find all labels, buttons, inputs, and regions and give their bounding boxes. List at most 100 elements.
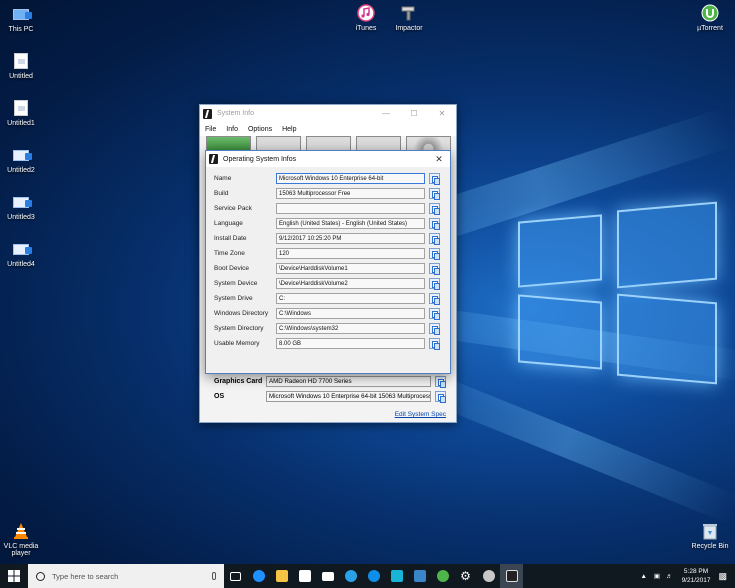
copy-icon[interactable]	[429, 188, 440, 200]
copy-icon[interactable]	[429, 308, 440, 320]
copy-icon[interactable]	[429, 248, 440, 260]
file-icon	[12, 53, 30, 69]
os-label: OS	[214, 393, 225, 400]
store-icon[interactable]	[293, 564, 316, 588]
info-row-service-pack: Service Pack	[206, 201, 450, 216]
utorrent-icon[interactable]	[431, 564, 454, 588]
desktop-icon-untitled4[interactable]: Untitled4	[0, 241, 51, 268]
info-field[interactable]: C:\Windows	[276, 308, 425, 319]
edit-system-spec-link[interactable]: Edit System Spec	[395, 411, 446, 418]
paint-icon[interactable]	[477, 564, 500, 588]
info-field[interactable]: Microsoft Windows 10 Enterprise 64-bit	[276, 173, 425, 184]
copy-icon[interactable]	[435, 376, 446, 388]
copy-icon[interactable]	[435, 391, 446, 403]
task-view-icon[interactable]	[224, 564, 247, 588]
start-button[interactable]	[0, 564, 28, 588]
close-button[interactable]: ✕	[428, 109, 456, 118]
copy-icon[interactable]	[429, 233, 440, 245]
desktop-icon-label: Untitled4	[7, 261, 35, 268]
file-explorer-icon[interactable]	[270, 564, 293, 588]
info-row-system-drive: System Drive C:	[206, 291, 450, 306]
clock[interactable]: 5:28 PM 9/21/2017	[682, 567, 711, 585]
desktop-icon-utorrent[interactable]: µTorrent	[680, 4, 735, 32]
info-field[interactable]: 120	[276, 248, 425, 259]
desktop-icon-impactor[interactable]: Impactor	[379, 5, 439, 32]
system-info-icon[interactable]	[500, 564, 523, 588]
dialog-close-button[interactable]: ✕	[428, 154, 450, 165]
category-toolbar	[200, 136, 456, 150]
info-row-name: Name Microsoft Windows 10 Enterprise 64-…	[206, 171, 450, 186]
desktop-icon-this-pc[interactable]: This PC	[0, 6, 51, 33]
menu-help[interactable]: Help	[277, 126, 301, 133]
menu-info[interactable]: Info	[221, 126, 243, 133]
os-info-dialog: Operating System Infos ✕ Name Microsoft …	[205, 150, 451, 374]
info-label: Windows Directory	[214, 310, 269, 317]
copy-icon[interactable]	[429, 338, 440, 350]
os-field[interactable]: Microsoft Windows 10 Enterprise 64-bit 1…	[266, 391, 431, 402]
microphone-icon[interactable]	[212, 572, 216, 580]
dialog-titlebar[interactable]: Operating System Infos ✕	[206, 151, 450, 167]
category-button-memory[interactable]	[306, 136, 351, 150]
maximize-button[interactable]: ☐	[400, 109, 428, 118]
clock-date: 9/21/2017	[681, 577, 711, 584]
ie-icon[interactable]	[339, 564, 362, 588]
dialog-title: Operating System Infos	[223, 155, 297, 163]
search-placeholder: Type here to search	[52, 571, 119, 581]
taskbar-search-box[interactable]: Type here to search	[28, 564, 224, 588]
copy-icon[interactable]	[429, 278, 440, 290]
desktop-icon-label: Recycle Bin	[691, 543, 729, 550]
info-row-time-zone: Time Zone 120	[206, 246, 450, 261]
info-row-boot-device: Boot Device \Device\HarddiskVolume1	[206, 261, 450, 276]
network-icon[interactable]: ▣	[654, 572, 660, 580]
desktop-icon-vlc[interactable]: VLC media player	[0, 523, 51, 557]
info-field[interactable]: \Device\HarddiskVolume2	[276, 278, 425, 289]
volume-icon[interactable]: ♬	[666, 573, 673, 580]
info-label: Service Pack	[214, 205, 252, 212]
copy-icon[interactable]	[429, 293, 440, 305]
teamviewer-icon[interactable]	[362, 564, 385, 588]
desktop-icon-untitled2[interactable]: Untitled2	[0, 147, 51, 174]
desktop-icon-untitled1[interactable]: Untitled1	[0, 100, 51, 127]
info-field[interactable]: 15063 Multiprocessor Free	[276, 188, 425, 199]
system-info-titlebar[interactable]: System Info — ☐ ✕	[200, 105, 456, 122]
copy-icon[interactable]	[429, 173, 440, 185]
copy-icon[interactable]	[429, 323, 440, 335]
copy-icon[interactable]	[429, 203, 440, 215]
remote-desktop-icon[interactable]	[408, 564, 431, 588]
menu-file[interactable]: File	[200, 126, 221, 133]
info-field[interactable]	[276, 203, 425, 214]
info-field[interactable]: English (United States) - English (Unite…	[276, 218, 425, 229]
category-button-graphics[interactable]	[356, 136, 401, 150]
info-field[interactable]: 8.00 GB	[276, 338, 425, 349]
desktop-icon-label: Untitled2	[7, 167, 35, 174]
menu-options[interactable]: Options	[243, 126, 277, 133]
info-label: System Device	[214, 280, 258, 287]
graphics-card-row: Graphics Card AMD Radeon HD 7700 Series	[214, 376, 446, 388]
info-field[interactable]: \Device\HarddiskVolume1	[276, 263, 425, 274]
copy-icon[interactable]	[429, 218, 440, 230]
windows-logo-pane	[617, 293, 717, 385]
desktop-icon-recycle-bin[interactable]: Recycle Bin	[680, 523, 735, 550]
info-row-windows-directory: Windows Directory C:\Windows	[206, 306, 450, 321]
action-center-icon[interactable]: ▩	[718, 571, 727, 582]
desktop-icon-label: Impactor	[395, 25, 423, 32]
desktop-icon-untitled3[interactable]: Untitled3	[0, 194, 51, 221]
copy-icon[interactable]	[429, 263, 440, 275]
info-row-language: Language English (United States) - Engli…	[206, 216, 450, 231]
chevron-up-icon[interactable]: ▲	[640, 573, 646, 580]
edge-icon[interactable]	[247, 564, 270, 588]
graphics-card-field[interactable]: AMD Radeon HD 7700 Series	[266, 376, 431, 387]
desktop-icon-label: VLC media player	[3, 543, 39, 557]
info-field[interactable]: C:\Windows\system32	[276, 323, 425, 334]
info-field[interactable]: 9/12/2017 10:25:20 PM	[276, 233, 425, 244]
utorrent-icon	[701, 4, 719, 22]
minimize-button[interactable]: —	[372, 109, 400, 118]
desktop-icon-untitled[interactable]: Untitled	[0, 53, 51, 80]
picpick-icon[interactable]	[385, 564, 408, 588]
category-button-cpu[interactable]	[256, 136, 301, 150]
category-button-disk[interactable]	[406, 136, 451, 150]
category-button-os[interactable]	[206, 136, 251, 150]
settings-icon[interactable]: ⚙	[454, 564, 477, 588]
mail-icon[interactable]	[316, 564, 339, 588]
info-field[interactable]: C:	[276, 293, 425, 304]
